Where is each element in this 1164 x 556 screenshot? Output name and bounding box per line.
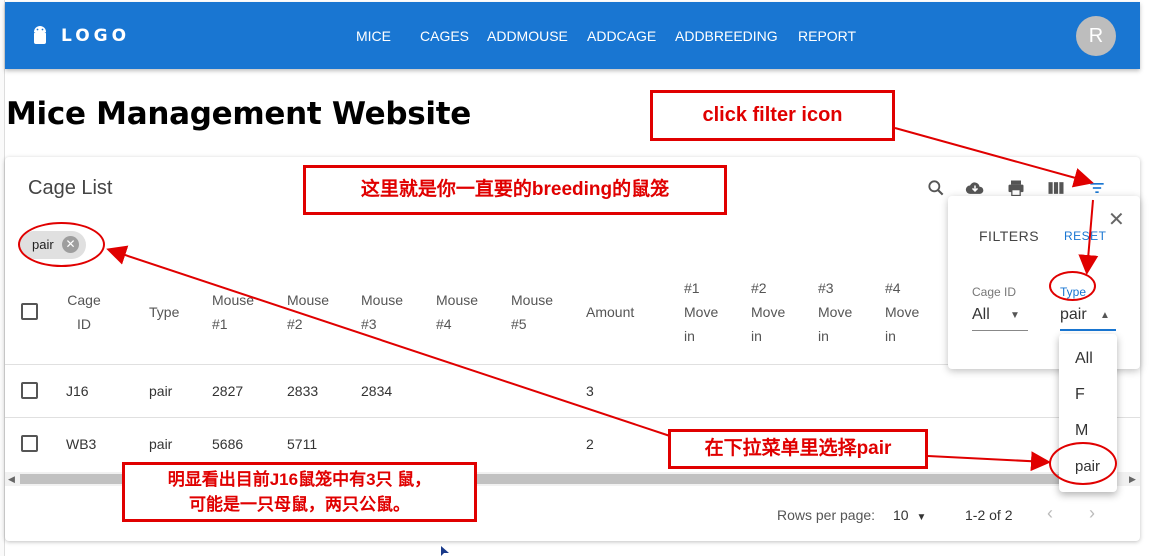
arrow-to-pair-option xyxy=(927,451,1051,472)
mouse-cursor-icon xyxy=(441,546,449,556)
arrow-to-filter-icon xyxy=(894,127,1094,188)
arrow-to-filter-chip xyxy=(106,245,671,437)
annotation-click-filter: click filter icon xyxy=(650,90,895,141)
arrow-to-type-filter xyxy=(1078,199,1099,275)
annotation-breeding-note: 这里就是你一直要的breeding的鼠笼 xyxy=(303,165,727,215)
annotation-select-pair: 在下拉菜单里选择pair xyxy=(668,429,928,469)
annotation-j16-note: 明显看出目前J16鼠笼中有3只 鼠， 可能是一只母鼠，两只公鼠。 xyxy=(122,462,477,522)
